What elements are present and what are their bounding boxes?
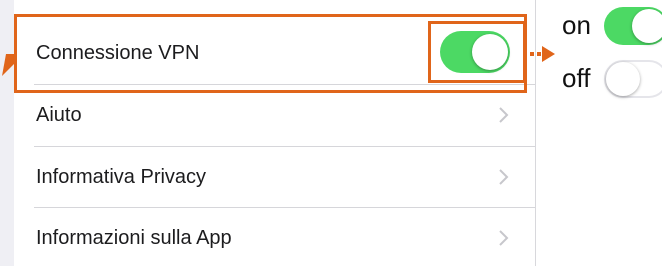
privacy-label: Informativa Privacy bbox=[36, 165, 207, 188]
aiuto-label: Aiuto bbox=[36, 103, 82, 126]
list-item-aiuto[interactable]: Aiuto bbox=[14, 84, 535, 146]
highlight-vpn-toggle bbox=[428, 21, 526, 83]
chevron-right-icon bbox=[499, 107, 509, 123]
legend-toggle-on bbox=[604, 7, 662, 45]
legend-toggle-on-knob bbox=[632, 9, 662, 43]
legend-on-label: on bbox=[562, 10, 591, 40]
chevron-right-icon bbox=[499, 169, 509, 185]
left-margin bbox=[0, 0, 14, 266]
pointer-arrow-icon bbox=[2, 54, 16, 76]
legend-toggle-off bbox=[604, 60, 662, 98]
legend-toggle-off-knob bbox=[606, 62, 640, 96]
chevron-right-icon bbox=[499, 230, 509, 246]
list-item-app-info[interactable]: Informazioni sulla App bbox=[14, 207, 535, 269]
app-info-label: Informazioni sulla App bbox=[36, 226, 232, 249]
list-item-privacy[interactable]: Informativa Privacy bbox=[14, 146, 535, 208]
legend-off-label: off bbox=[562, 63, 591, 93]
dotted-arrow-icon bbox=[530, 46, 555, 62]
